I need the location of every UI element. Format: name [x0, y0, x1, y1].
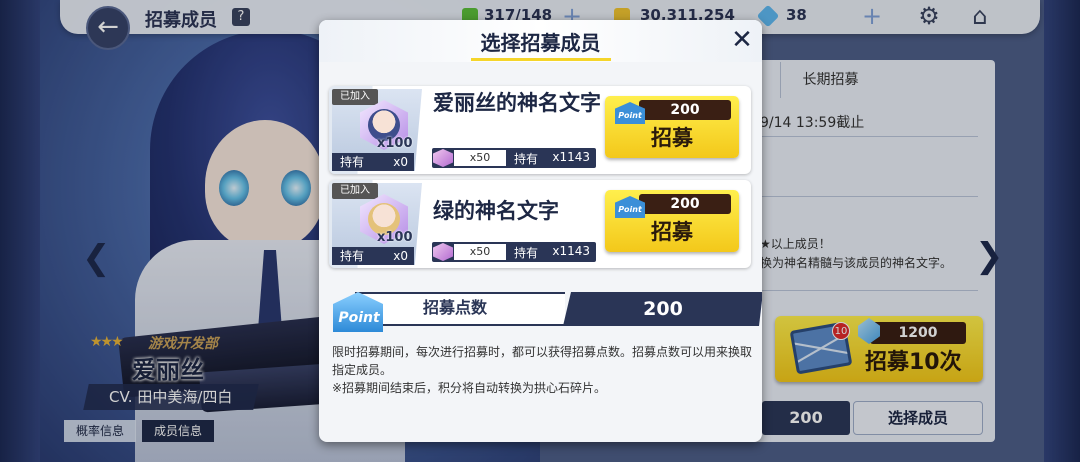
fragment-icon — [433, 149, 453, 167]
close-icon: ✕ — [731, 25, 753, 55]
fragment-owned-label: 持有 — [514, 246, 539, 260]
description-note: ※招募期间结束后，积分将自动转换为拱心石碎片。 — [332, 381, 607, 395]
fragment-owned-label: 持有 — [514, 152, 539, 166]
recruit-button[interactable]: 200 Point 招募 — [605, 96, 739, 158]
title-underline — [471, 58, 611, 61]
points-value: 200 — [643, 298, 683, 320]
dialog-title: 选择招募成员 — [480, 31, 601, 55]
description-line: 限时招募期间，每次进行招募时，都可以获得招募点数。招募点数可以用来换取指定成员。 — [332, 345, 753, 377]
recruit-cost: 200 — [639, 100, 731, 120]
recruit-button-label: 招募 — [651, 126, 693, 150]
points-label: 招募点数 — [422, 298, 487, 317]
owned-count: 持有 x0 — [332, 247, 414, 265]
recruit-item-card: 已加入 x100 持有 x0 爱丽丝的神名文字 x50 持有 x1143 200… — [329, 86, 751, 174]
item-name: 绿的神名文字 — [433, 199, 559, 223]
fragment-row: x50 持有 x1143 — [432, 242, 596, 262]
fragment-owned-value: x1143 — [552, 244, 590, 258]
close-button[interactable]: ✕ — [728, 26, 756, 54]
recruit-button-label: 招募 — [651, 220, 693, 244]
point-icon-text: Point — [338, 310, 380, 326]
fragment-row: x50 持有 x1143 — [432, 148, 596, 168]
fragment-owned-value: x1143 — [552, 150, 590, 164]
recruit-cost: 200 — [639, 194, 731, 214]
fragment-required: x50 — [454, 244, 506, 260]
joined-tag: 已加入 — [332, 89, 378, 105]
item-count: x100 — [377, 136, 413, 151]
recruit-button[interactable]: 200 Point 招募 — [605, 190, 739, 252]
owned-label: 持有 — [340, 249, 365, 263]
owned-count: 持有 x0 — [332, 153, 414, 171]
owned-label: 持有 — [340, 155, 365, 169]
item-count: x100 — [377, 230, 413, 245]
dialog-description: 限时招募期间，每次进行招募时，都可以获得招募点数。招募点数可以用来换取指定成员。… — [332, 343, 757, 397]
recruit-item-card: 已加入 x100 持有 x0 绿的神名文字 x50 持有 x1143 200 P… — [329, 180, 751, 268]
joined-tag: 已加入 — [332, 183, 378, 199]
fragment-icon — [433, 243, 453, 261]
item-name: 爱丽丝的神名文字 — [433, 91, 601, 115]
select-recruit-member-dialog: 选择招募成员 ✕ 已加入 x100 持有 x0 爱丽丝的神名文字 x50 持有 … — [319, 20, 762, 442]
fragment-required: x50 — [454, 150, 506, 166]
owned-value: x0 — [393, 155, 408, 169]
owned-value: x0 — [393, 249, 408, 263]
recruit-points-bar: 招募点数 200 Point — [333, 292, 762, 332]
